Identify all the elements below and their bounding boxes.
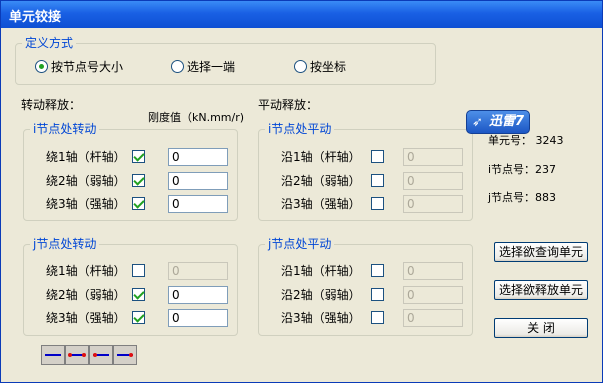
title-bar: 单元铰接: [1, 1, 602, 28]
badge-text: 迅雷7: [489, 114, 525, 129]
hinge-both-ends-icon: [68, 353, 86, 357]
i-rot-axis3-label: 绕3轴（强轴）: [46, 197, 126, 211]
j-node-number: j节点号：883: [488, 191, 557, 204]
j-trans-axis1-checkbox[interactable]: [371, 264, 384, 277]
xunlei-badge[interactable]: ➶ 迅雷7: [466, 110, 530, 134]
j-trans-axis2-checkbox[interactable]: [371, 288, 384, 301]
i-rot-axis3-checkbox[interactable]: [132, 197, 145, 210]
i-rot-axis1-stiffness[interactable]: 0: [168, 148, 228, 166]
j-trans-axis1-label: 沿1轴（杆轴）: [281, 264, 361, 278]
i-rot-axis1-label: 绕1轴（杆轴）: [46, 150, 126, 164]
j-rot-axis1-stiffness: 0: [168, 262, 228, 280]
radio-by-node-number[interactable]: [35, 60, 48, 73]
j-rot-axis3-stiffness[interactable]: 0: [168, 309, 228, 327]
rigid-rigid-button[interactable]: [41, 345, 65, 365]
hinge-i-end-button[interactable]: [89, 345, 113, 365]
j-rot-axis2-label: 绕2轴（弱轴）: [46, 288, 126, 302]
i-trans-axis2-checkbox[interactable]: [371, 174, 384, 187]
i-rot-axis2-label: 绕2轴（弱轴）: [46, 174, 126, 188]
i-rot-axis1-checkbox[interactable]: [132, 150, 145, 163]
j-rot-axis1-label: 绕1轴（杆轴）: [46, 264, 126, 278]
i-trans-axis2-label: 沿2轴（弱轴）: [281, 174, 361, 188]
select-release-element-button[interactable]: 选择欲释放单元: [494, 280, 588, 300]
j-trans-axis1-value: 0: [403, 262, 463, 280]
hinge-both-ends-button[interactable]: [65, 345, 89, 365]
hinge-j-end-button[interactable]: [113, 345, 137, 365]
i-rot-axis2-stiffness[interactable]: 0: [168, 172, 228, 190]
window-title: 单元铰接: [9, 10, 62, 25]
radio-by-coordinate[interactable]: [294, 60, 307, 73]
radio-by-node-number-label[interactable]: 按节点号大小: [51, 60, 123, 74]
j-rot-axis3-checkbox[interactable]: [132, 311, 145, 324]
j-trans-axis2-label: 沿2轴（弱轴）: [281, 288, 361, 302]
j-rot-axis3-label: 绕3轴（强轴）: [46, 311, 126, 325]
i-trans-axis3-checkbox[interactable]: [371, 197, 384, 210]
j-rot-axis2-checkbox[interactable]: [132, 288, 145, 301]
j-node-rotation-label: j节点处转动: [30, 237, 100, 251]
rigid-rigid-icon: [45, 354, 61, 356]
hinge-dialog: 单元铰接 定义方式 按节点号大小 选择一端 按坐标 转动释放： 刚度值（kN.m…: [0, 0, 603, 383]
j-trans-axis3-value: 0: [403, 309, 463, 327]
define-method-label: 定义方式: [22, 36, 77, 50]
translation-release-title: 平动释放：: [258, 98, 319, 112]
bird-icon: ➶: [472, 115, 483, 130]
i-node-translation-label: i节点处平动: [265, 122, 335, 136]
i-rot-axis3-stiffness[interactable]: 0: [168, 195, 228, 213]
i-trans-axis1-checkbox[interactable]: [371, 150, 384, 163]
i-trans-axis3-value: 0: [403, 195, 463, 213]
j-trans-axis3-checkbox[interactable]: [371, 311, 384, 324]
j-rot-axis2-stiffness[interactable]: 0: [168, 286, 228, 304]
j-trans-axis3-label: 沿3轴（强轴）: [281, 311, 361, 325]
radio-select-end-label[interactable]: 选择一端: [187, 60, 235, 74]
i-node-rotation-label: i节点处转动: [30, 122, 100, 136]
hinge-i-end-icon: [93, 353, 109, 357]
rotation-release-title: 转动释放：: [21, 98, 82, 112]
i-trans-axis2-value: 0: [403, 172, 463, 190]
element-number: 单元号： 3243: [488, 134, 564, 147]
j-rot-axis1-checkbox[interactable]: [132, 264, 145, 277]
radio-select-end[interactable]: [171, 60, 184, 73]
i-rot-axis2-checkbox[interactable]: [132, 174, 145, 187]
radio-by-coordinate-label[interactable]: 按坐标: [310, 60, 346, 74]
close-button[interactable]: 关 闭: [494, 318, 588, 338]
i-trans-axis3-label: 沿3轴（强轴）: [281, 197, 361, 211]
select-query-element-button[interactable]: 选择欲查询单元: [494, 242, 588, 262]
j-trans-axis2-value: 0: [403, 286, 463, 304]
stiffness-label: 刚度值（kN.mm/r): [148, 111, 245, 124]
hinge-j-end-icon: [117, 353, 133, 357]
i-trans-axis1-label: 沿1轴（杆轴）: [281, 150, 361, 164]
j-node-translation-label: j节点处平动: [265, 237, 335, 251]
i-node-number: i节点号：237: [488, 163, 557, 176]
i-trans-axis1-value: 0: [403, 148, 463, 166]
